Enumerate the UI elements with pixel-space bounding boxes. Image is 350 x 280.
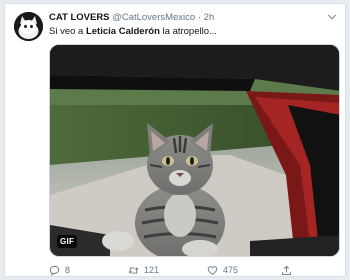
reply-button[interactable]: 8: [49, 263, 70, 277]
retweet-icon: [128, 266, 139, 274]
author-name[interactable]: CAT LOVERS: [49, 12, 110, 23]
cat-avatar-icon[interactable]: [14, 12, 43, 41]
like-button[interactable]: 475: [207, 263, 238, 277]
retweet-count: 121: [144, 265, 160, 275]
tweet-text-before: Si veo a: [49, 26, 86, 37]
cat-in-car-image: [50, 45, 339, 256]
tweet-timestamp[interactable]: 2h: [204, 12, 215, 23]
retweet-button[interactable]: 121: [128, 263, 159, 277]
like-count: 475: [223, 265, 239, 275]
tweet-text-after: la atropello...: [159, 26, 217, 37]
separator-dot: ·: [197, 12, 202, 23]
share-button[interactable]: [281, 263, 292, 277]
tweet-card[interactable]: CAT LOVERS @CatLoversMexico · 2h Si veo …: [4, 3, 346, 277]
chevron-down-icon[interactable]: [327, 12, 337, 22]
reply-icon: [49, 265, 60, 276]
share-icon: [282, 265, 291, 275]
gif-badge: GIF: [57, 235, 78, 248]
tweet-header: CAT LOVERS @CatLoversMexico · 2h: [49, 12, 214, 24]
tweet-text: Si veo a Leticia Calderón la atropello..…: [49, 26, 217, 38]
tweet-actions: 8 121 475: [49, 263, 339, 277]
tweet-text-bold: Leticia Calderón: [85, 26, 160, 37]
tweet-media-gif[interactable]: GIF: [49, 44, 340, 257]
author-handle[interactable]: @CatLoversMexico: [112, 12, 195, 23]
avatar-image: [14, 12, 43, 41]
heart-icon: [207, 265, 218, 275]
reply-count: 8: [65, 265, 71, 275]
